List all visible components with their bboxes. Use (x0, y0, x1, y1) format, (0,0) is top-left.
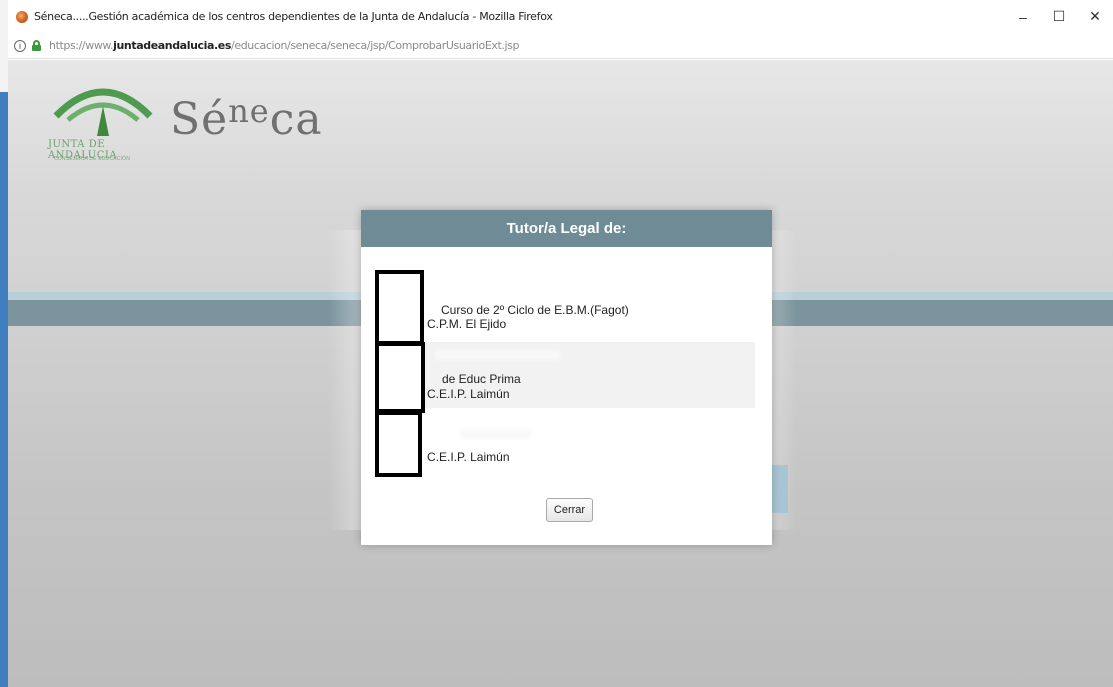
student-school: C.P.M. El Ejido (427, 317, 507, 331)
window-controls: – ☐ ✕ (1005, 0, 1113, 33)
dialog-title: Tutor/a Legal de: (506, 220, 627, 237)
brand-part-3: ca (269, 94, 323, 145)
brand-part-1: Sé (170, 94, 229, 145)
student-photo (375, 411, 422, 477)
url-prefix: https://www. (49, 39, 114, 52)
minimize-button[interactable]: – (1005, 0, 1041, 33)
close-window-button[interactable]: ✕ (1077, 0, 1113, 33)
brand-part-2: ne (228, 92, 270, 130)
student-school: C.E.I.P. Laimún (427, 387, 510, 401)
url-text[interactable]: https://www.juntadeandalucia.es/educacio… (49, 39, 519, 52)
maximize-button[interactable]: ☐ (1041, 0, 1077, 33)
url-path: /educacion/seneca/seneca/jsp/ComprobarUs… (231, 39, 520, 52)
student-row-1[interactable]: Curso de 2º Ciclo de E.B.M.(Fagot) C.P.M… (375, 270, 755, 345)
student-course: de Educ Prima (442, 372, 521, 386)
firefox-favicon-icon (16, 10, 28, 23)
seneca-logo: Séneca (170, 92, 323, 145)
redacted-name (435, 350, 560, 360)
dialog-header: Tutor/a Legal de: (361, 210, 772, 247)
address-bar[interactable]: i https://www.juntadeandalucia.es/educac… (8, 33, 1113, 59)
student-course: Curso de 2º Ciclo de E.B.M.(Fagot) (441, 303, 629, 317)
desktop-edge-blue (0, 92, 8, 687)
student-row-2[interactable]: de Educ Prima C.E.I.P. Laimún (375, 342, 755, 413)
title-bar: Séneca.....Gestión académica de los cent… (8, 0, 1113, 33)
window-title: Séneca.....Gestión académica de los cent… (34, 10, 553, 23)
student-school: C.E.I.P. Laimún (427, 450, 510, 464)
close-button[interactable]: Cerrar (546, 498, 593, 522)
tutor-legal-dialog: Tutor/a Legal de: Curso de 2º Ciclo de E… (361, 210, 772, 545)
page-content: JUNTA DE ANDALUCIA CONSEJERÍA DE EDUCACI… (8, 60, 1113, 687)
lock-icon[interactable] (32, 40, 41, 51)
page-info-icon[interactable]: i (14, 39, 26, 52)
student-row-3[interactable]: C.E.I.P. Laimún (375, 411, 755, 478)
background-panel-edge-left (328, 230, 362, 530)
junta-andalucia-logo: JUNTA DE ANDALUCIA CONSEJERÍA DE EDUCACI… (48, 76, 168, 176)
desktop-edge (0, 0, 8, 687)
junta-logo-emblem-icon (53, 88, 153, 136)
consejeria-text: CONSEJERÍA DE EDUCACIÓN (54, 156, 131, 162)
student-photo (375, 270, 424, 345)
browser-window: Séneca.....Gestión académica de los cent… (0, 0, 1113, 687)
redacted-name (460, 429, 530, 439)
url-domain: juntadeandalucia.es (113, 39, 232, 52)
student-photo (375, 342, 425, 413)
